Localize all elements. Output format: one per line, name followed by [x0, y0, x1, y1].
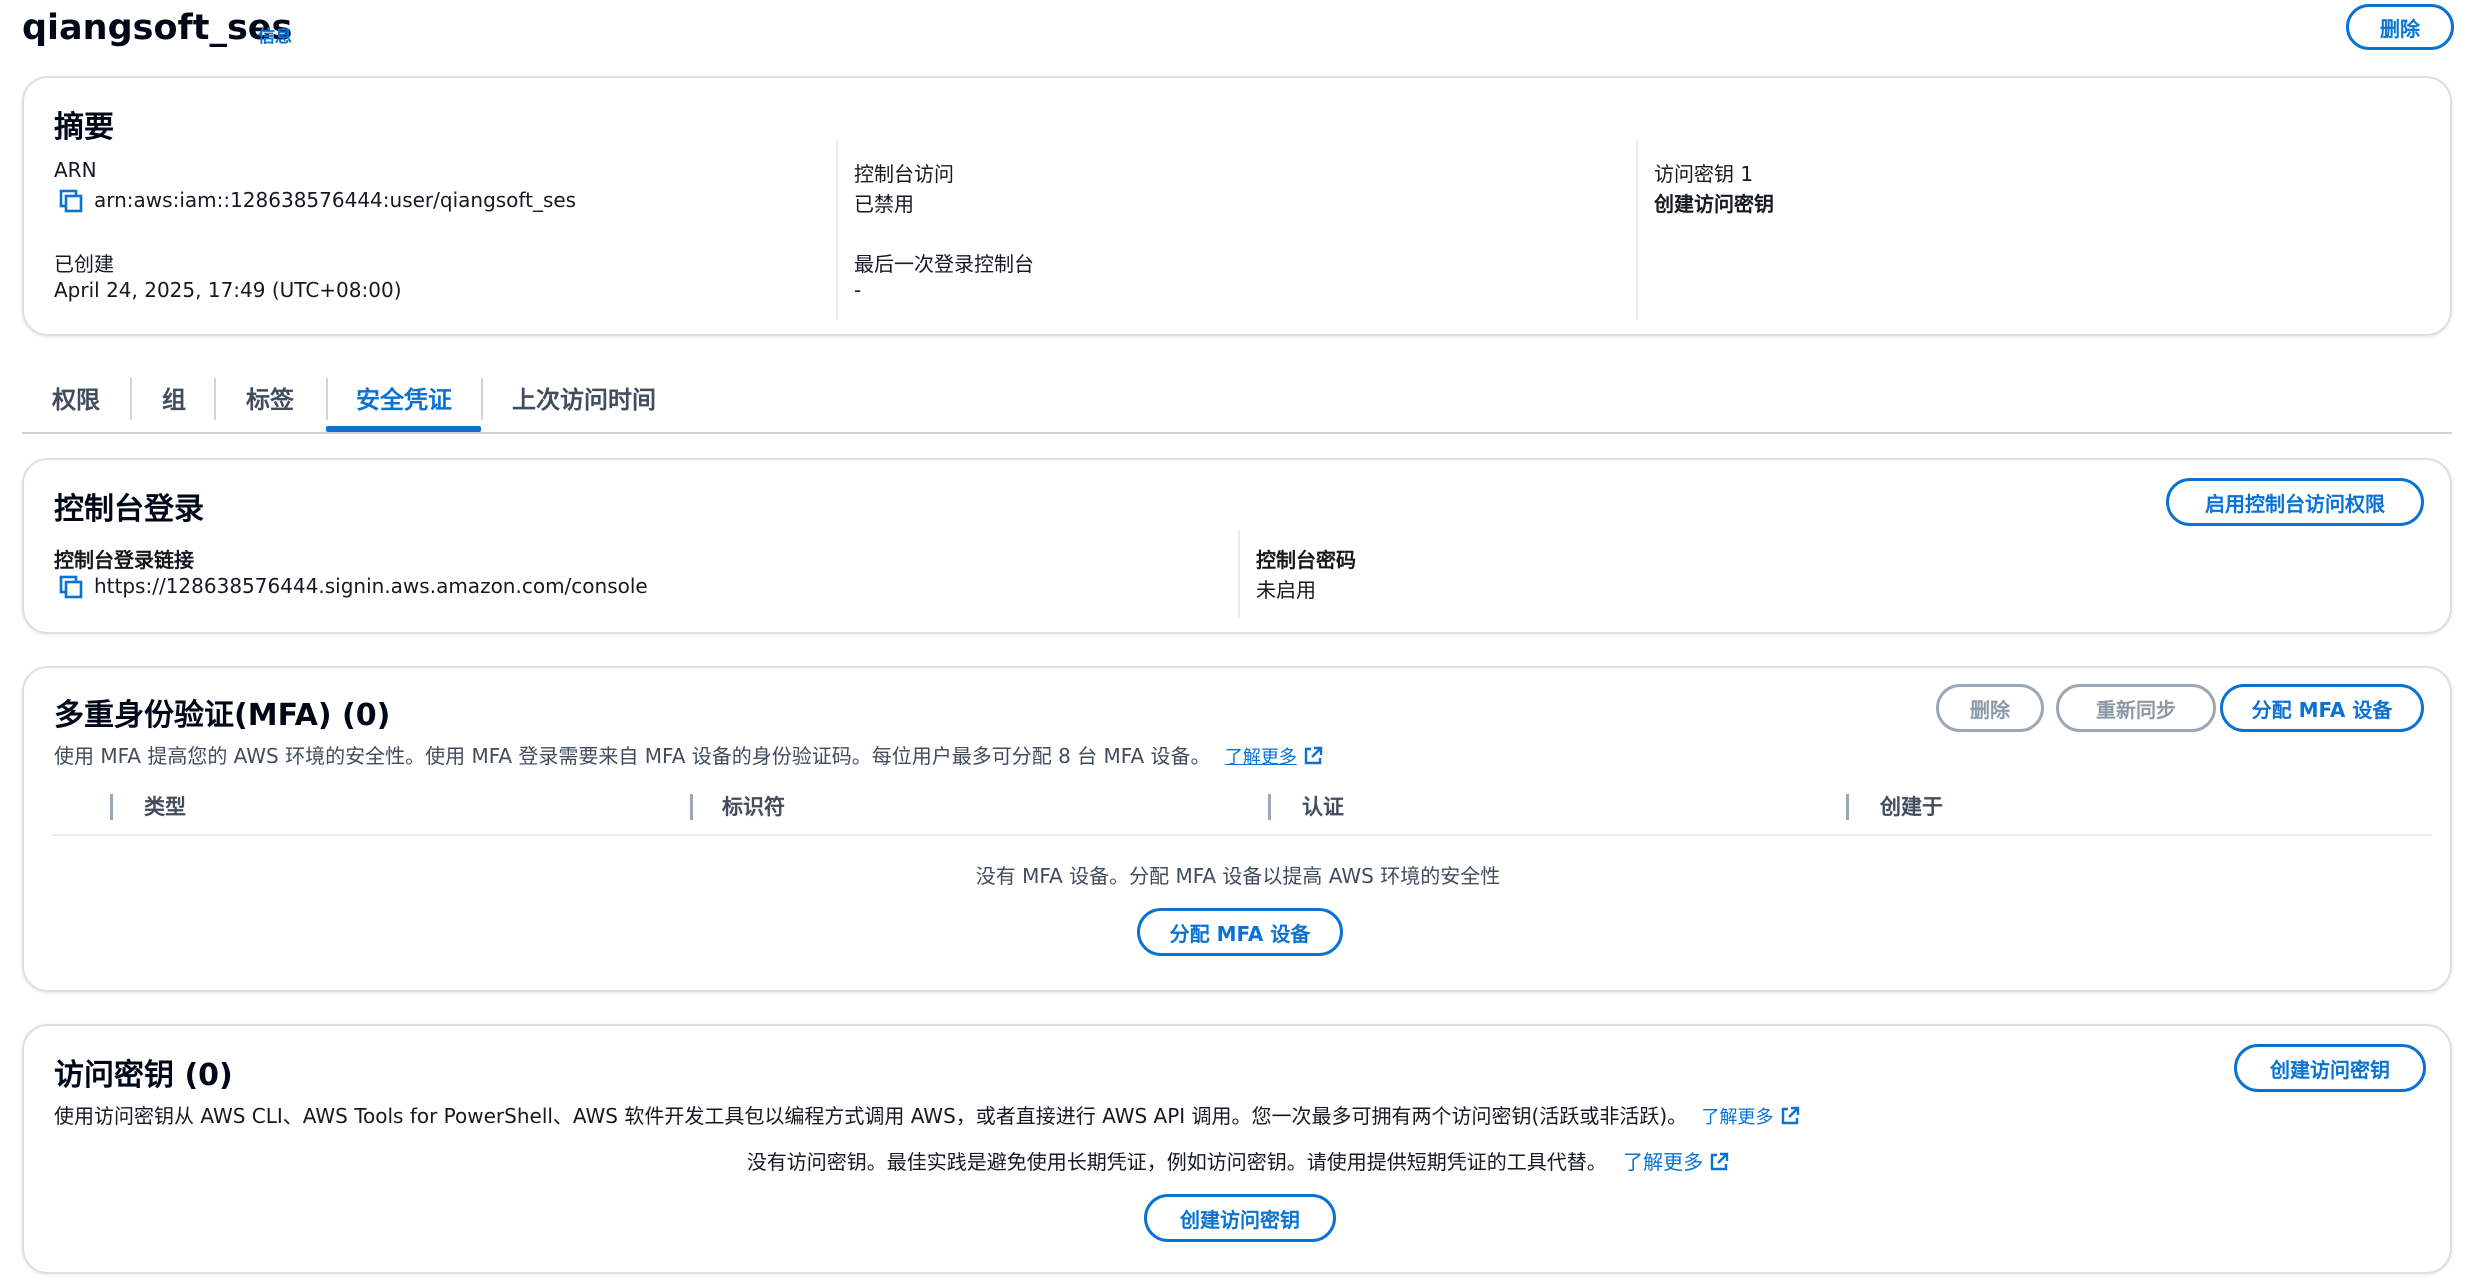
tab-permissions[interactable]: 权限 — [52, 380, 100, 415]
table-header-divider — [52, 834, 2432, 836]
mfa-learn-more-link[interactable]: 了解更多 — [1224, 746, 1323, 768]
tab-separator — [481, 378, 483, 420]
info-link[interactable]: 信息 — [258, 22, 292, 47]
created-label: 已创建 — [54, 252, 114, 276]
created-value: April 24, 2025, 17:49 (UTC+08:00) — [54, 278, 402, 302]
column-header-certification[interactable]: 认证 — [1302, 791, 1344, 821]
console-access-value: 已禁用 — [854, 192, 914, 216]
access-keys-empty: 没有访问密钥。最佳实践是避免使用长期凭证，例如访问密钥。请使用提供短期凭证的工具… — [0, 1146, 2466, 1175]
mfa-description: 使用 MFA 提高您的 AWS 环境的安全性。使用 MFA 登录需要来自 MFA… — [54, 740, 1323, 769]
external-link-icon — [1710, 1152, 1729, 1171]
arn-value: arn:aws:iam::128638576444:user/qiangsoft… — [94, 188, 577, 212]
column-separator — [1846, 794, 1849, 820]
assign-mfa-button[interactable]: 分配 MFA 设备 — [2220, 684, 2424, 732]
delete-user-button[interactable]: 删除 — [2346, 4, 2454, 50]
mfa-delete-button[interactable]: 删除 — [1936, 684, 2044, 732]
learn-more-text: 了解更多 — [1701, 1107, 1774, 1128]
console-link-label: 控制台登录链接 — [54, 548, 194, 572]
summary-card: 摘要 ARN arn:aws:iam::128638576444:user/qi… — [22, 76, 2452, 336]
access-keys-description: 使用访问密钥从 AWS CLI、AWS Tools for PowerShell… — [54, 1100, 1800, 1129]
console-login-title: 控制台登录 — [54, 492, 204, 527]
learn-more-text: 了解更多 — [1623, 1150, 1704, 1174]
tab-security-credentials[interactable]: 安全凭证 — [356, 380, 452, 415]
column-separator — [110, 794, 113, 820]
tab-last-accessed[interactable]: 上次访问时间 — [512, 380, 656, 415]
column-header-created[interactable]: 创建于 — [1880, 791, 1943, 821]
external-link-icon — [1304, 746, 1323, 765]
last-login-value: - — [854, 278, 862, 302]
tab-separator — [130, 378, 132, 420]
external-link-icon — [1781, 1106, 1799, 1125]
tab-tags[interactable]: 标签 — [246, 380, 294, 415]
console-access-label: 控制台访问 — [854, 162, 954, 186]
console-password-value: 未启用 — [1256, 578, 1316, 602]
column-divider — [1238, 530, 1240, 618]
access-keys-empty-learn-more-link[interactable]: 了解更多 — [1623, 1150, 1729, 1174]
access-keys-learn-more-link[interactable]: 了解更多 — [1701, 1106, 1800, 1128]
console-login-card: 控制台登录 启用控制台访问权限 控制台登录链接 https://12863857… — [22, 458, 2452, 634]
access-keys-empty-create-button[interactable]: 创建访问密钥 — [1144, 1194, 1336, 1242]
mfa-description-text: 使用 MFA 提高您的 AWS 环境的安全性。使用 MFA 登录需要来自 MFA… — [54, 744, 1211, 768]
column-header-identifier[interactable]: 标识符 — [722, 791, 785, 821]
console-link-value: https://128638576444.signin.aws.amazon.c… — [94, 574, 648, 598]
column-separator — [690, 794, 693, 820]
tab-groups[interactable]: 组 — [162, 380, 186, 415]
column-separator — [1268, 794, 1271, 820]
mfa-title: 多重身份验证(MFA) (0) — [54, 698, 391, 733]
create-access-key-link[interactable]: 创建访问密钥 — [1654, 188, 1774, 217]
column-divider — [1636, 140, 1638, 320]
create-access-key-button[interactable]: 创建访问密钥 — [2234, 1044, 2426, 1092]
access-keys-empty-text: 没有访问密钥。最佳实践是避免使用长期凭证，例如访问密钥。请使用提供短期凭证的工具… — [746, 1150, 1607, 1174]
tab-separator — [214, 378, 216, 420]
copy-icon[interactable] — [58, 188, 84, 214]
page-title: qiangsoft_ses — [22, 8, 293, 48]
summary-title: 摘要 — [54, 110, 114, 145]
tab-separator — [326, 378, 328, 420]
learn-more-text: 了解更多 — [1224, 747, 1297, 768]
last-login-label: 最后一次登录控制台 — [854, 252, 1034, 276]
column-header-type[interactable]: 类型 — [144, 791, 186, 821]
enable-console-access-button[interactable]: 启用控制台访问权限 — [2166, 478, 2424, 526]
mfa-empty-text: 没有 MFA 设备。分配 MFA 设备以提高 AWS 环境的安全性 — [975, 864, 1501, 888]
copy-icon[interactable] — [58, 574, 84, 600]
access-key-label: 访问密钥 1 — [1654, 162, 1754, 186]
mfa-empty-assign-button[interactable]: 分配 MFA 设备 — [1137, 908, 1343, 956]
console-password-label: 控制台密码 — [1256, 548, 1356, 572]
column-divider — [836, 140, 838, 320]
tabs-border — [22, 432, 2452, 434]
access-keys-description-text: 使用访问密钥从 AWS CLI、AWS Tools for PowerShell… — [54, 1104, 1688, 1128]
access-keys-title: 访问密钥 (0) — [54, 1058, 233, 1093]
mfa-resync-button[interactable]: 重新同步 — [2056, 684, 2216, 732]
arn-label: ARN — [54, 158, 97, 182]
